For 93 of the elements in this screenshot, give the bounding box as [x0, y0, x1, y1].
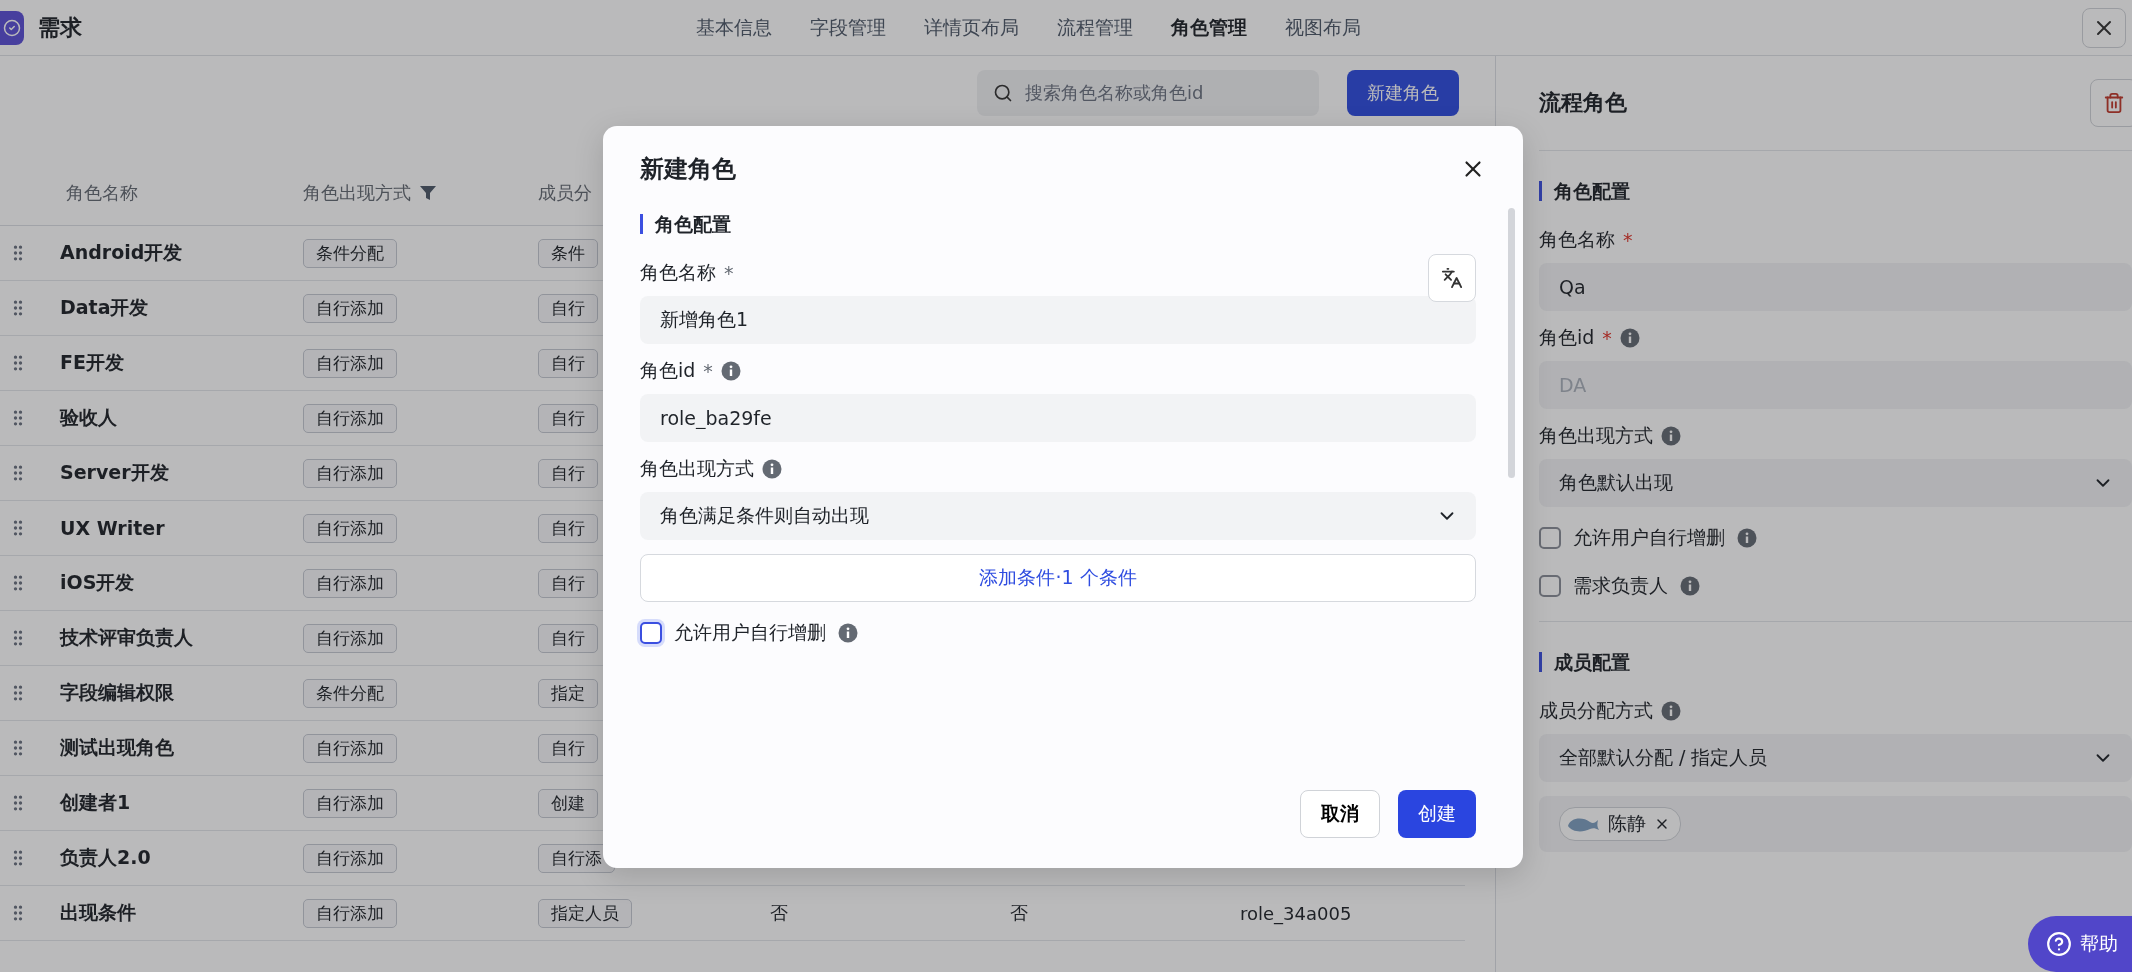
select-field[interactable]: 全部默认分配 / 指定人员 — [1539, 734, 2132, 782]
appearance-tag: 自行添加 — [303, 403, 397, 433]
role-name: Android开发 — [60, 240, 183, 265]
appearance-tag: 条件分配 — [303, 238, 397, 268]
role-name: 测试出现角色 — [60, 735, 174, 760]
checkbox-label: 需求负责人 — [1573, 573, 1668, 598]
member-tag: 自行 — [538, 458, 598, 488]
member-tag: 创建 — [538, 788, 598, 818]
help-button[interactable]: 帮助 — [2028, 916, 2132, 972]
member-tag: 指定人员 — [538, 898, 632, 928]
member-tag: 自行 — [538, 623, 598, 653]
required-mark: * — [1602, 327, 1612, 349]
checkbox-label: 允许用户自行增删 — [674, 620, 826, 645]
required-mark: * — [724, 262, 734, 284]
help-icon — [2046, 931, 2072, 957]
role-name: Data开发 — [60, 295, 149, 320]
appearance-tag: 自行添加 — [303, 623, 397, 653]
field-label: 角色名称 — [640, 260, 716, 285]
appearance-tag: 自行添加 — [303, 293, 397, 323]
tab[interactable]: 基本信息 — [696, 8, 772, 47]
table-cell: role_34a005 — [1240, 902, 1352, 924]
role-name: 技术评审负责人 — [60, 625, 193, 650]
trash-icon — [2103, 92, 2125, 114]
checkbox[interactable] — [1539, 527, 1561, 549]
panel-title: 流程角色 — [1539, 89, 1627, 117]
search-icon — [993, 83, 1013, 103]
dialog-title: 新建角色 — [640, 154, 736, 185]
appearance-tag: 自行添加 — [303, 788, 397, 818]
filter-icon[interactable] — [419, 183, 437, 202]
member-tag: 自行 — [538, 348, 598, 378]
member-field[interactable]: 陈静 — [1539, 796, 2132, 852]
appearance-tag: 自行添加 — [303, 898, 397, 928]
field-label: 角色出现方式 — [1539, 423, 1653, 448]
text-field[interactable]: 新增角色1 — [640, 296, 1476, 344]
member-tag: 条件 — [538, 238, 598, 268]
create-button[interactable]: 创建 — [1398, 790, 1476, 838]
role-name: 创建者1 — [60, 790, 131, 815]
role-name: 负责人2.0 — [60, 845, 151, 870]
member-chip[interactable]: 陈静 — [1559, 807, 1681, 841]
table-cell: 否 — [770, 901, 788, 925]
tab[interactable]: 视图布局 — [1285, 8, 1361, 47]
text-field[interactable]: Qa — [1539, 263, 2132, 311]
cancel-button[interactable]: 取消 — [1300, 790, 1380, 838]
text-field[interactable]: role_ba29fe — [640, 394, 1476, 442]
role-name: FE开发 — [60, 350, 124, 375]
appearance-tag: 自行添加 — [303, 348, 397, 378]
role-name: 验收人 — [60, 405, 117, 430]
field-label: 角色名称 — [1539, 227, 1615, 252]
checkbox[interactable] — [1539, 575, 1561, 597]
tab[interactable]: 详情页布局 — [924, 8, 1019, 47]
scrollbar[interactable] — [1508, 208, 1515, 478]
select-field[interactable]: 角色默认出现 — [1539, 459, 2132, 507]
member-tag: 自行 — [538, 293, 598, 323]
translate-icon — [1441, 267, 1463, 289]
table-cell: 否 — [1010, 901, 1028, 925]
member-tag: 指定 — [538, 678, 598, 708]
tab[interactable]: 字段管理 — [810, 8, 886, 47]
column-header: 角色出现方式 — [303, 180, 411, 205]
checkbox[interactable] — [640, 622, 662, 644]
role-name: 字段编辑权限 — [60, 680, 174, 705]
appearance-tag: 自行添加 — [303, 513, 397, 543]
delete-button[interactable] — [2090, 79, 2132, 127]
role-name: iOS开发 — [60, 570, 135, 595]
checkbox-label: 允许用户自行增删 — [1573, 525, 1725, 550]
section-title: 角色配置 — [1539, 181, 2132, 201]
member-tag: 自行 — [538, 403, 598, 433]
new-role-button[interactable]: 新建角色 — [1347, 70, 1459, 116]
select-field[interactable]: 角色满足条件则自动出现 — [640, 492, 1476, 540]
field-label: 成员分配方式 — [1539, 698, 1653, 723]
field-label: 角色id — [1539, 325, 1595, 350]
add-condition-button[interactable]: 添加条件·1 个条件 — [640, 554, 1476, 602]
appearance-tag: 自行添加 — [303, 458, 397, 488]
appearance-tag: 自行添加 — [303, 843, 397, 873]
required-mark: * — [1623, 229, 1633, 251]
role-name: 出现条件 — [60, 900, 136, 925]
column-header: 角色名称 — [66, 180, 138, 205]
role-name: UX Writer — [60, 517, 165, 539]
tab[interactable]: 角色管理 — [1171, 8, 1247, 47]
field-label: 角色id — [640, 358, 696, 383]
section-title: 角色配置 — [640, 214, 1476, 234]
appearance-tag: 条件分配 — [303, 678, 397, 708]
tab[interactable]: 流程管理 — [1057, 8, 1133, 47]
member-tag: 自行 — [538, 733, 598, 763]
app-title: 需求 — [38, 13, 82, 42]
member-tag: 自行 — [538, 568, 598, 598]
appearance-tag: 自行添加 — [303, 733, 397, 763]
member-tag: 自行 — [538, 513, 598, 543]
section-title: 成员配置 — [1539, 652, 2132, 672]
column-header: 成员分 — [538, 180, 592, 205]
appearance-tag: 自行添加 — [303, 568, 397, 598]
required-mark: * — [703, 360, 713, 382]
role-name: Server开发 — [60, 460, 169, 485]
field-label: 角色出现方式 — [640, 456, 754, 481]
